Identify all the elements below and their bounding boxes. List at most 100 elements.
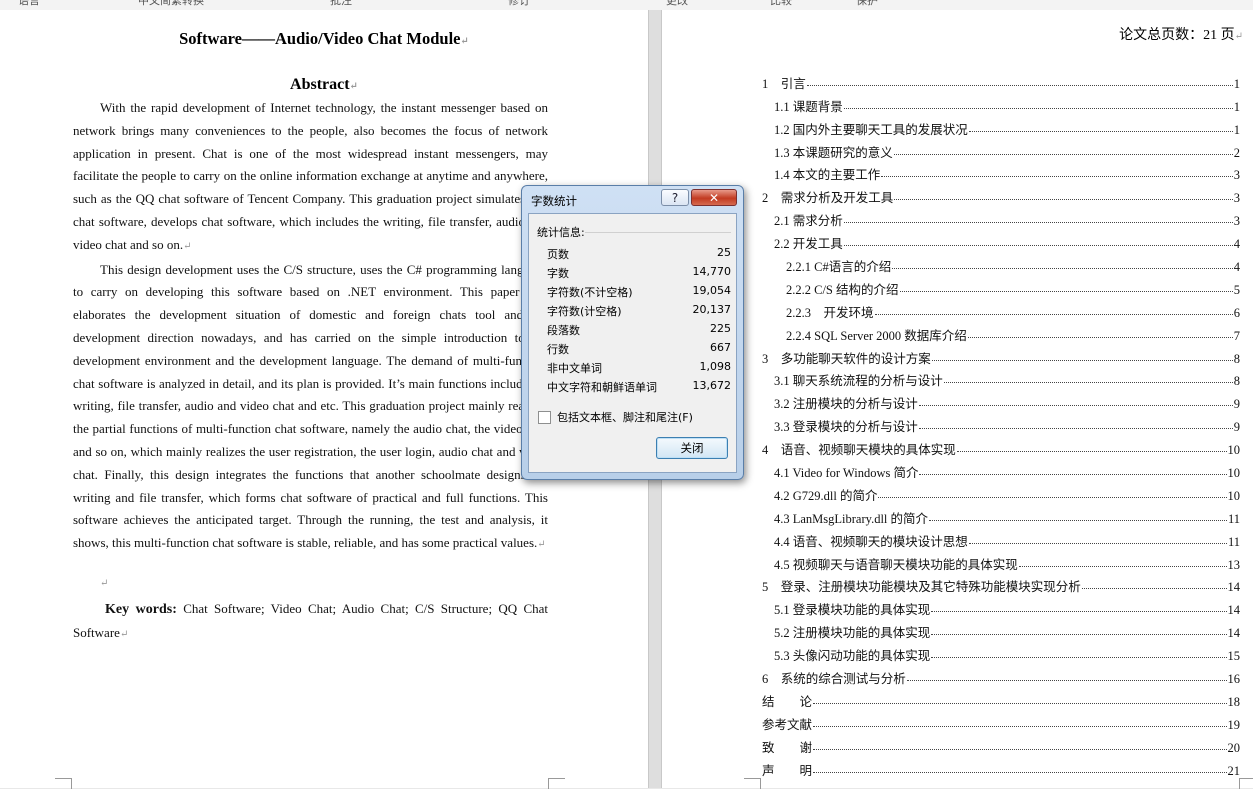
toc-entry-page: 10: [1227, 466, 1241, 481]
toc-entry[interactable]: 6 系统的综合测试与分析 16: [762, 664, 1240, 687]
toc-entry[interactable]: 3.3 登录模块的分析与设计 9: [762, 412, 1240, 435]
toc-entry[interactable]: 5 登录、注册模块功能模块及其它特殊功能模块实现分析 14: [762, 573, 1240, 596]
statistic-row: 中文字符和朝鲜语单词 13,672: [547, 379, 731, 398]
toc-leader-dots: [931, 634, 1227, 636]
toc-entry[interactable]: 1.1 课题背景 1: [762, 92, 1240, 115]
toc-entry-label: 2.2 开发工具: [774, 237, 843, 252]
help-button[interactable]: ?: [661, 189, 689, 206]
ribbon-tab-comments[interactable]: 批注: [330, 0, 352, 8]
abstract-body: With the rapid development of Internet t…: [73, 97, 548, 557]
word-count-dialog: 字数统计 ? ✕ 统计信息: 页数 25 字数 14,770 字符数(不计空格) 19,0…: [521, 185, 744, 480]
toc-entry-page: 11: [1227, 511, 1240, 526]
toc-entry[interactable]: 4 语音、视频聊天模块的具体实现 10: [762, 435, 1240, 458]
paper-title: Software——Audio/Video Chat Module↵: [179, 29, 469, 48]
ribbon-tab-changes[interactable]: 更改: [666, 0, 688, 8]
toc-entry[interactable]: 参考文献 19: [762, 710, 1240, 733]
ribbon-tab-chinese-conversion[interactable]: 中文简繁转换: [138, 0, 204, 8]
statistic-value: 13,672: [692, 379, 732, 392]
toc-entry[interactable]: 1.2 国内外主要聊天工具的发展状况 1: [762, 115, 1240, 138]
crop-mark-bottom-right: [548, 778, 565, 789]
statistic-value: 1,098: [699, 360, 732, 373]
statistic-value: 14,770: [692, 265, 732, 278]
toc-entry[interactable]: 1.4 本文的主要工作 3: [762, 161, 1240, 184]
toc-entry-label: 致 谢: [762, 740, 813, 755]
toc-entry-page: 14: [1227, 580, 1241, 595]
toc-entry-label: 4.3 LanMsgLibrary.dll 的简介: [774, 511, 929, 526]
toc-leader-dots: [931, 359, 1233, 361]
toc-entry[interactable]: 3 多功能聊天软件的设计方案 8: [762, 344, 1240, 367]
toc-entry-label: 1.3 本课题研究的意义: [774, 145, 893, 160]
toc-entry-page: 15: [1227, 649, 1241, 664]
toc-entry[interactable]: 4.3 LanMsgLibrary.dll 的简介 11: [762, 504, 1240, 527]
toc-leader-dots: [899, 290, 1233, 292]
toc-leader-dots: [813, 748, 1227, 750]
toc-entry[interactable]: 3.2 注册模块的分析与设计 9: [762, 389, 1240, 412]
toc-leader-dots: [881, 176, 1233, 178]
toc-entry[interactable]: 2.2 开发工具 4: [762, 229, 1240, 252]
dialog-body: 统计信息: 页数 25 字数 14,770 字符数(不计空格) 19,054 字符数(计空格…: [528, 213, 737, 473]
checkbox-icon[interactable]: [538, 410, 551, 424]
statistic-label: 中文字符和朝鲜语单词: [547, 381, 657, 394]
toc-entry[interactable]: 2.2.4 SQL Server 2000 数据库介绍 7: [762, 321, 1240, 344]
document-page-right[interactable]: 论文总页数：21 页↵ 1 引言 1 1.1 课题背景 1 1.2 国内外主要聊天工具的…: [662, 10, 1253, 789]
toc-leader-dots: [931, 611, 1227, 613]
toc-leader-dots: [967, 336, 1233, 338]
toc-entry[interactable]: 5.3 头像闪动功能的具体实现 15: [762, 641, 1240, 664]
toc-entry-label: 1.4 本文的主要工作: [774, 168, 881, 183]
toc-entry[interactable]: 2.1 需求分析 3: [762, 206, 1240, 229]
toc-entry-label: 4.1 Video for Windows 简介: [774, 466, 919, 481]
toc-entry[interactable]: 2.2.1 C#语言的介绍 4: [762, 252, 1240, 275]
empty-paragraph-mark: ↵: [100, 578, 109, 589]
table-of-contents: 1 引言 1 1.1 课题背景 1 1.2 国内外主要聊天工具的发展状况 1 1.3 本课题…: [762, 69, 1240, 779]
toc-entry-label: 参考文献: [762, 717, 813, 732]
toc-entry-page: 11: [1227, 534, 1240, 549]
toc-entry-label: 2.2.4 SQL Server 2000 数据库介绍: [786, 328, 967, 343]
toc-entry-label: 1.2 国内外主要聊天工具的发展状况: [774, 122, 968, 137]
ribbon-tab-protect[interactable]: 保护: [856, 0, 878, 8]
toc-entry[interactable]: 1.3 本课题研究的意义 2: [762, 138, 1240, 161]
toc-entry[interactable]: 4.1 Video for Windows 简介 10: [762, 458, 1240, 481]
toc-entry[interactable]: 声 明 21: [762, 756, 1240, 779]
statistic-label: 段落数: [547, 324, 580, 337]
toc-entry-page: 2: [1233, 145, 1240, 160]
toc-leader-dots: [919, 474, 1227, 476]
toc-entry-page: 20: [1227, 740, 1241, 755]
toc-entry-page: 6: [1233, 305, 1240, 320]
close-button[interactable]: 关闭: [656, 437, 728, 459]
toc-entry[interactable]: 结 论 18: [762, 687, 1240, 710]
toc-entry-page: 3: [1233, 214, 1240, 229]
toc-entry[interactable]: 5.2 注册模块功能的具体实现 14: [762, 618, 1240, 641]
toc-entry-page: 5: [1233, 282, 1240, 297]
include-textboxes-checkbox[interactable]: 包括文本框、脚注和尾注(F): [538, 409, 693, 425]
crop-mark-bottom-left: [55, 778, 72, 789]
toc-entry-page: 1: [1233, 76, 1240, 91]
toc-entry[interactable]: 1 引言 1: [762, 69, 1240, 92]
ribbon-tab-compare[interactable]: 比较: [770, 0, 792, 8]
toc-leader-dots: [843, 222, 1233, 224]
toc-entry-label: 4.5 视频聊天与语音聊天模块功能的具体实现: [774, 557, 1018, 572]
toc-entry-page: 16: [1227, 672, 1241, 687]
toc-entry[interactable]: 2.2.3 开发环境 6: [762, 298, 1240, 321]
toc-entry-label: 3.3 登录模块的分析与设计: [774, 420, 918, 435]
toc-entry[interactable]: 2 需求分析及开发工具 3: [762, 183, 1240, 206]
ribbon-tab-language[interactable]: 语言: [18, 0, 40, 8]
statistic-value: 667: [710, 341, 731, 354]
toc-entry[interactable]: 4.5 视频聊天与语音聊天模块功能的具体实现 13: [762, 550, 1240, 573]
toc-leader-dots: [813, 771, 1227, 773]
toc-leader-dots: [894, 199, 1233, 201]
toc-entry-label: 2 需求分析及开发工具: [762, 191, 894, 206]
toc-entry[interactable]: 致 谢 20: [762, 733, 1240, 756]
statistic-label: 字符数(不计空格): [547, 286, 633, 299]
toc-entry[interactable]: 3.1 聊天系统流程的分析与设计 8: [762, 367, 1240, 390]
statistics-heading: 统计信息:: [537, 226, 585, 239]
toc-entry-label: 3 多功能聊天软件的设计方案: [762, 351, 931, 366]
keywords-label: Key words:: [105, 602, 177, 617]
close-icon[interactable]: ✕: [691, 189, 737, 206]
toc-entry[interactable]: 4.4 语音、视频聊天的模块设计思想 11: [762, 527, 1240, 550]
toc-leader-dots: [874, 313, 1233, 315]
toc-entry-page: 14: [1227, 626, 1241, 641]
toc-entry[interactable]: 5.1 登录模块功能的具体实现 14: [762, 595, 1240, 618]
toc-entry[interactable]: 2.2.2 C/S 结构的介绍 5: [762, 275, 1240, 298]
ribbon-tab-tracking[interactable]: 修订: [508, 0, 530, 8]
toc-entry[interactable]: 4.2 G729.dll 的简介 10: [762, 481, 1240, 504]
